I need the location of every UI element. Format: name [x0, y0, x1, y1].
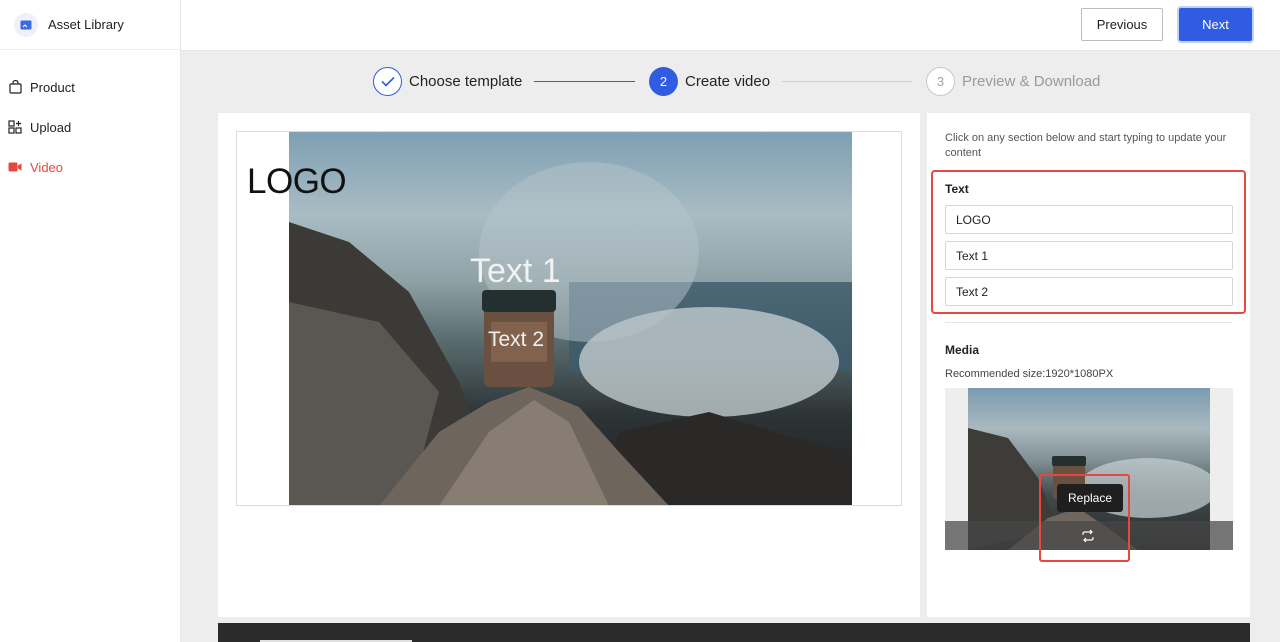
text-section-title: Text — [945, 182, 969, 196]
text-2-overlay[interactable]: Text 2 — [488, 328, 544, 352]
previous-button[interactable]: Previous — [1081, 8, 1163, 41]
text-1-overlay[interactable]: Text 1 — [470, 252, 561, 291]
step-connector — [534, 81, 635, 82]
editor-panel: Click on any section below and start typ… — [927, 113, 1250, 617]
brand[interactable]: Asset Library — [0, 0, 180, 50]
sidebar-item-label: Video — [30, 159, 64, 175]
sidebar-nav: Product Upload Video — [0, 67, 180, 187]
video-canvas[interactable]: LOGO Text 1 Text 2 — [236, 131, 902, 506]
step-number: 3 — [926, 67, 955, 96]
text-section: Text — [931, 170, 1246, 314]
sidebar-item-label: Product — [30, 79, 75, 95]
step-label: Choose template — [409, 73, 523, 90]
media-recommended-size: Recommended size:1920*1080PX — [945, 368, 1114, 380]
sidebar-item-video[interactable]: Video — [0, 147, 180, 187]
check-icon — [373, 67, 402, 96]
timeline-bar — [218, 623, 1250, 642]
preview-panel: LOGO Text 1 Text 2 — [218, 113, 920, 617]
sidebar-item-upload[interactable]: Upload — [0, 107, 180, 147]
step-preview-download[interactable]: 3 Preview & Download — [926, 67, 1100, 96]
step-connector — [782, 81, 912, 82]
video-camera-icon — [8, 160, 22, 174]
sidebar-item-product[interactable]: Product — [0, 67, 180, 107]
folder-icon — [14, 12, 38, 37]
background-image — [289, 132, 852, 505]
bag-icon — [8, 80, 22, 94]
media-section-title: Media — [945, 343, 980, 357]
step-label: Create video — [685, 73, 771, 90]
divider — [945, 322, 1232, 323]
replace-icon[interactable] — [1078, 526, 1098, 546]
header: Previous Next — [181, 0, 1280, 51]
logo-text-field[interactable] — [945, 205, 1233, 234]
text-2-field[interactable] — [945, 277, 1233, 306]
step-number: 2 — [649, 67, 678, 96]
logo-placeholder[interactable]: LOGO — [247, 162, 347, 202]
next-button[interactable]: Next — [1179, 8, 1252, 41]
text-1-field[interactable] — [945, 241, 1233, 270]
sidebar-item-label: Upload — [30, 119, 72, 135]
sidebar: Asset Library Product Upload Video — [0, 0, 181, 642]
step-label: Preview & Download — [962, 73, 1101, 90]
step-choose-template[interactable]: Choose template — [373, 67, 522, 96]
grid-add-icon — [8, 120, 22, 134]
step-create-video[interactable]: 2 Create video — [649, 67, 770, 96]
brand-title: Asset Library — [48, 17, 124, 32]
media-thumbnail[interactable] — [945, 388, 1233, 550]
replace-tooltip: Replace — [1057, 484, 1123, 512]
editor-hint: Click on any section below and start typ… — [945, 132, 1227, 159]
